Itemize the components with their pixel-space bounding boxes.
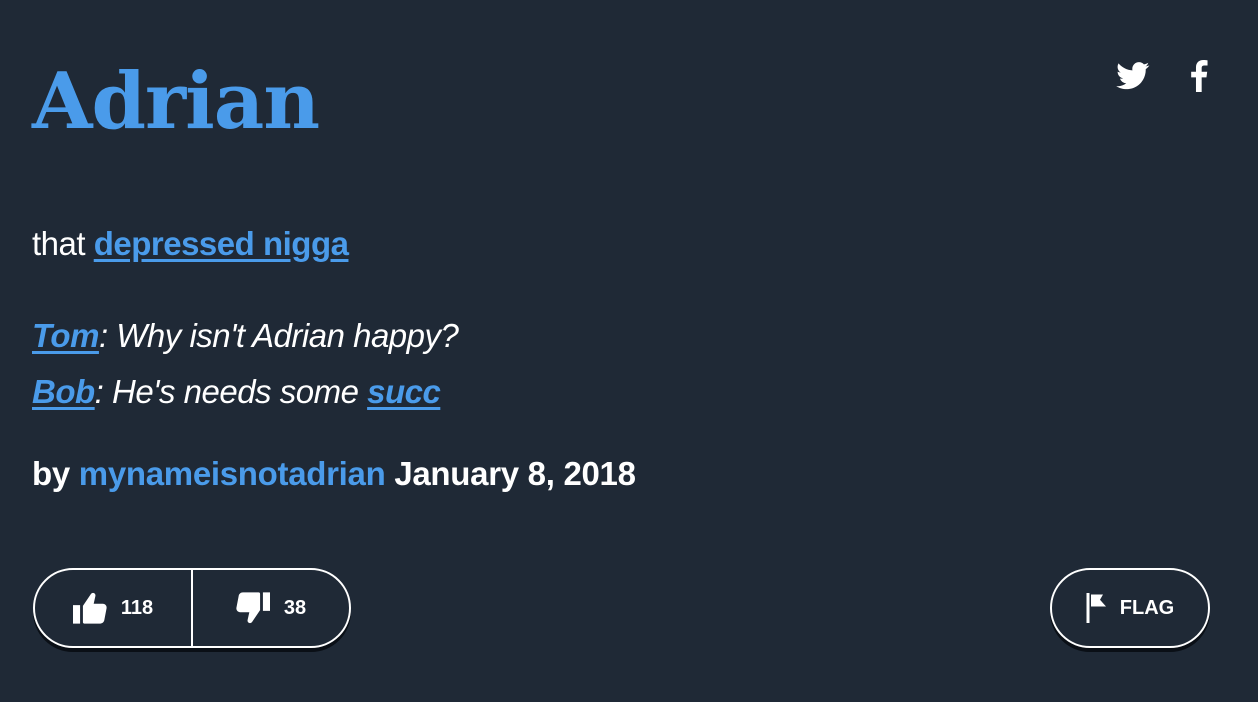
example-link-succ[interactable]: succ — [367, 373, 441, 410]
thumbs-up-icon — [72, 592, 107, 624]
author-link[interactable]: mynameisnotadrian — [79, 455, 386, 492]
twitter-icon — [1116, 62, 1150, 90]
example-line-2: Bob: He's needs some succ — [32, 364, 458, 420]
example-link-bob[interactable]: Bob — [32, 373, 95, 410]
word-title[interactable]: Adrian — [32, 52, 320, 152]
by-label: by — [32, 455, 79, 492]
meaning-link[interactable]: depressed nigga — [94, 225, 349, 262]
example-text-1: : Why isn't Adrian happy? — [98, 317, 459, 354]
downvote-count: 38 — [283, 596, 307, 619]
share-buttons — [1116, 60, 1208, 92]
definition-card: Adrian that depressed nigga Tom: Why isn… — [0, 0, 1258, 702]
twitter-share-button[interactable] — [1116, 62, 1150, 90]
meaning-text: that — [32, 225, 94, 262]
downvote-button[interactable]: 38 — [193, 570, 349, 646]
upvote-count: 118 — [120, 596, 154, 619]
flag-label: FLAG — [1119, 596, 1175, 619]
example-text-2: : He's needs some — [94, 373, 368, 410]
vote-buttons: 118 38 — [33, 568, 351, 648]
example-line-1: Tom: Why isn't Adrian happy? — [32, 308, 459, 364]
facebook-share-button[interactable] — [1190, 60, 1208, 92]
definition-example: Tom: Why isn't Adrian happy? Bob: He's n… — [32, 308, 459, 420]
upvote-button[interactable]: 118 — [35, 570, 191, 646]
post-date: January 8, 2018 — [385, 455, 636, 492]
facebook-icon — [1191, 60, 1208, 92]
flag-button[interactable]: FLAG — [1050, 568, 1210, 648]
thumbs-down-icon — [236, 592, 270, 624]
definition-meaning: that depressed nigga — [32, 222, 349, 266]
contributor-byline: by mynameisnotadrian January 8, 2018 — [32, 452, 636, 496]
example-link-tom[interactable]: Tom — [32, 317, 99, 354]
flag-icon — [1086, 593, 1106, 623]
